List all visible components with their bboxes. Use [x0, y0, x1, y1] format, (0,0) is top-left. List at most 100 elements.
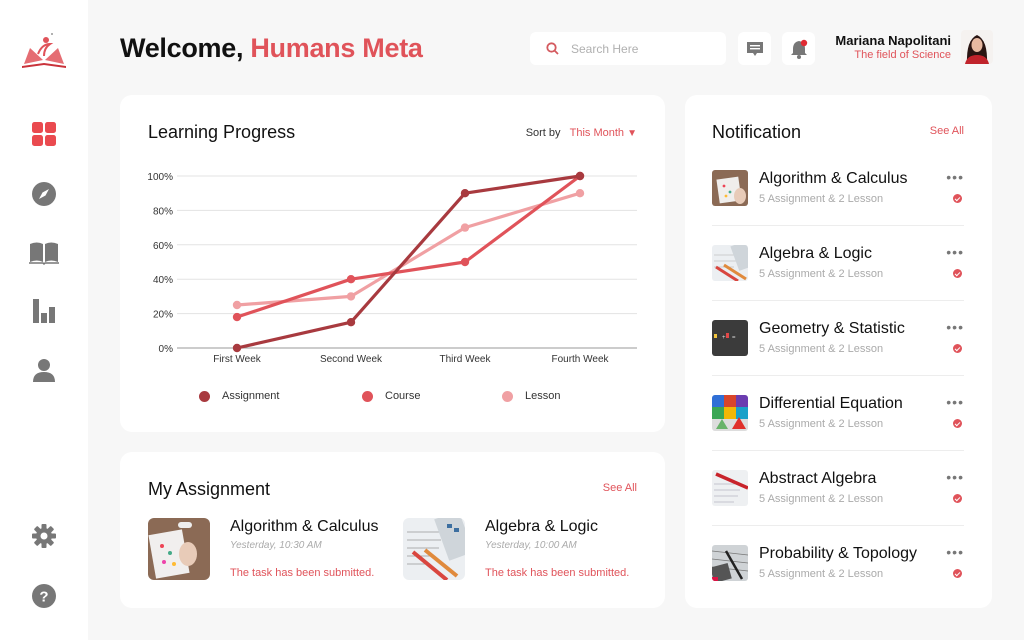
assignment-title: Algebra & Logic — [485, 518, 598, 535]
user-name: Mariana Napolitani — [835, 33, 951, 48]
assignment-thumbnail — [148, 518, 210, 580]
avatar[interactable] — [961, 30, 993, 64]
notification-item[interactable]: Differential Equation 5 Assignment & 2 Le… — [712, 395, 964, 431]
notification-title: Differential Equation — [759, 395, 903, 412]
assignment-item[interactable]: Algorithm & Calculus Yesterday, 10:30 AM… — [148, 518, 388, 580]
page-title: Welcome, Humans Meta — [120, 33, 423, 64]
notification-thumbnail — [712, 245, 748, 281]
learning-progress-title: Learning Progress — [148, 122, 296, 142]
legend-dot-icon — [502, 390, 513, 402]
svg-text:?: ? — [39, 589, 48, 606]
legend-lesson[interactable]: Lesson — [502, 390, 560, 402]
check-circle-icon — [953, 269, 962, 278]
notifications-button[interactable] — [782, 32, 815, 65]
notification-thumbnail — [712, 395, 748, 431]
message-icon — [746, 41, 763, 56]
my-assignment-title: My Assignment — [148, 479, 271, 499]
bar-chart-icon — [33, 299, 55, 323]
sidebar-item-courses[interactable] — [29, 238, 59, 268]
legend-assignment[interactable]: Assignment — [199, 390, 279, 402]
sidebar-item-profile[interactable] — [29, 355, 59, 385]
more-options-icon[interactable]: ••• — [946, 395, 964, 409]
notification-thumbnail — [712, 545, 748, 581]
sort-value: This Month — [569, 127, 625, 139]
legend-course[interactable]: Course — [362, 390, 420, 402]
notification-subtitle: 5 Assignment & 2 Lesson — [759, 343, 884, 355]
assignment-thumbnail — [403, 518, 465, 580]
user-icon — [33, 359, 55, 382]
notification-subtitle: 5 Assignment & 2 Lesson — [759, 418, 884, 430]
sort-label: Sort by — [525, 127, 561, 139]
bell-icon — [790, 39, 807, 59]
notification-item[interactable]: Abstract Algebra 5 Assignment & 2 Lesson •… — [712, 470, 964, 506]
more-options-icon[interactable]: ••• — [946, 545, 964, 559]
sort-dropdown[interactable]: This Month ▼ — [570, 127, 637, 139]
legend-label: Assignment — [222, 390, 280, 402]
legend-label: Lesson — [525, 390, 561, 402]
caret-down-icon: ▼ — [627, 128, 637, 139]
user-role: The field of Science — [854, 49, 951, 61]
notification-item[interactable]: Algebra & Logic 5 Assignment & 2 Lesson ••… — [712, 245, 964, 281]
notification-thumbnail: + = — [712, 320, 748, 356]
assignment-time: Yesterday, 10:00 AM — [485, 540, 577, 551]
welcome-prefix: Welcome, — [120, 33, 244, 63]
notification-title: Abstract Algebra — [759, 470, 877, 487]
check-circle-icon — [953, 494, 962, 503]
svg-text:=: = — [732, 335, 736, 341]
more-options-icon[interactable]: ••• — [946, 320, 964, 334]
assignment-status: The task has been submitted. — [230, 567, 375, 579]
sidebar-item-settings[interactable] — [29, 521, 59, 551]
assignment-status: The task has been submitted. — [485, 567, 630, 579]
notifications-see-all-link[interactable]: See All — [930, 125, 964, 137]
more-options-icon[interactable]: ••• — [946, 245, 964, 259]
assignment-item[interactable]: Algebra & Logic Yesterday, 10:00 AM The … — [403, 518, 643, 580]
notification-thumbnail — [712, 170, 748, 206]
check-circle-icon — [953, 569, 962, 578]
notification-item[interactable]: Probability & Topology 5 Assignment & 2 L… — [712, 545, 964, 581]
assignment-time: Yesterday, 10:30 AM — [230, 540, 322, 551]
notification-title: Algebra & Logic — [759, 245, 872, 262]
notification-thumbnail — [712, 470, 748, 506]
sort-control: Sort by This Month ▼ — [526, 127, 637, 139]
divider — [712, 375, 964, 376]
search-input[interactable] — [571, 41, 711, 56]
notification-subtitle: 5 Assignment & 2 Lesson — [759, 568, 884, 580]
notification-title: Algorithm & Calculus — [759, 170, 908, 187]
sidebar-item-help[interactable]: ? — [29, 581, 59, 611]
notification-badge — [800, 39, 807, 46]
help-icon: ? — [32, 584, 56, 608]
divider — [712, 225, 964, 226]
notification-subtitle: 5 Assignment & 2 Lesson — [759, 493, 884, 505]
divider — [712, 450, 964, 451]
notification-subtitle: 5 Assignment & 2 Lesson — [759, 193, 884, 205]
assignments-see-all-link[interactable]: See All — [603, 482, 637, 494]
search-bar[interactable] — [530, 32, 726, 65]
notification-subtitle: 5 Assignment & 2 Lesson — [759, 268, 884, 280]
more-options-icon[interactable]: ••• — [946, 170, 964, 184]
logo-icon[interactable] — [20, 30, 68, 70]
compass-icon — [32, 182, 56, 206]
grid-icon — [32, 122, 56, 146]
notification-item[interactable]: Algorithm & Calculus 5 Assignment & 2 Les… — [712, 170, 964, 206]
book-icon — [29, 242, 59, 265]
legend-label: Course — [385, 390, 421, 402]
assignment-title: Algorithm & Calculus — [230, 518, 379, 535]
check-circle-icon — [953, 194, 962, 203]
divider — [712, 300, 964, 301]
notification-title: Geometry & Statistic — [759, 320, 905, 337]
legend-dot-icon — [199, 390, 210, 402]
welcome-user-name: Humans Meta — [250, 33, 423, 63]
sidebar-item-statistics[interactable] — [29, 296, 59, 326]
notification-title: Notification — [712, 122, 802, 142]
sidebar: ? — [0, 0, 88, 640]
search-icon — [546, 42, 559, 55]
sidebar-item-dashboard[interactable] — [29, 119, 59, 149]
more-options-icon[interactable]: ••• — [946, 470, 964, 484]
check-circle-icon — [953, 419, 962, 428]
sidebar-item-explore[interactable] — [29, 179, 59, 209]
messages-button[interactable] — [738, 32, 771, 65]
learning-progress-card: Learning Progress Sort by This Month ▼ — [120, 95, 665, 432]
check-circle-icon — [953, 344, 962, 353]
notification-item[interactable]: + = Geometry & Statistic 5 Assignment & 2 L… — [712, 320, 964, 356]
gear-icon — [32, 524, 56, 548]
